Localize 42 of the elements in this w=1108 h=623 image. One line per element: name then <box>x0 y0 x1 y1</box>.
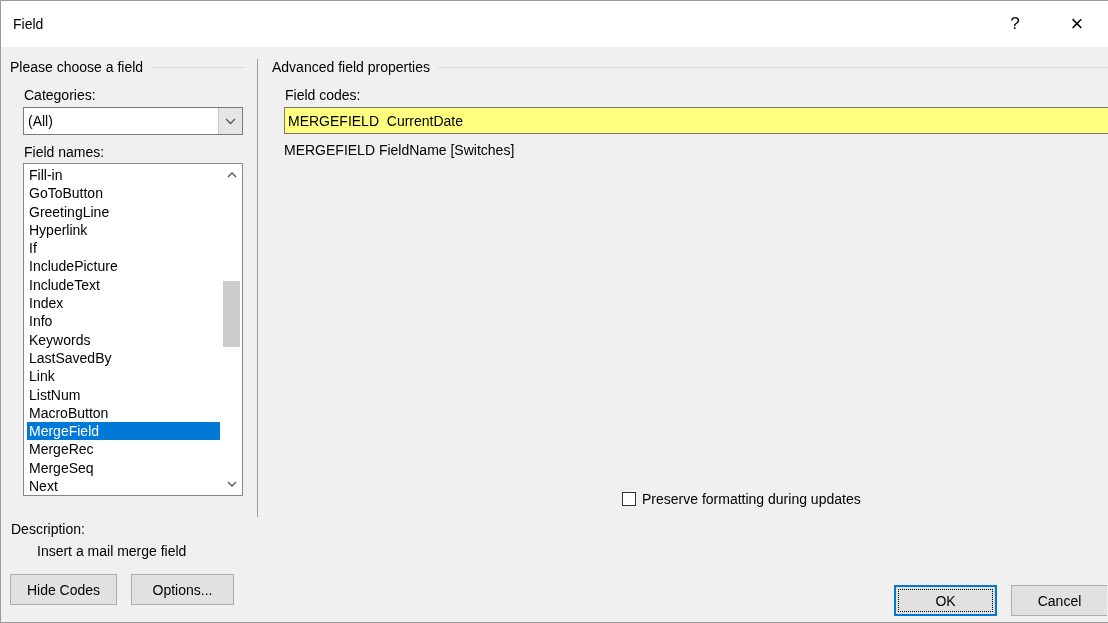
help-button[interactable]: ? <box>984 1 1046 47</box>
field-label: Categories: <box>24 87 96 103</box>
list-item[interactable]: Index <box>27 294 220 313</box>
field-names-list[interactable]: Fill-in GoToButton GreetingLine Hyperlink If IncludePicture IncludeText Index Info Keywords LastSavedBy Link ListNum MacroButton MergeField MergeRec MergeSeq Next <box>23 163 243 496</box>
field-label: Field codes: <box>285 87 361 103</box>
field-label: Field names: <box>24 144 105 160</box>
dialog-button[interactable]: Cancel <box>1011 585 1107 616</box>
list-item[interactable]: GoToButton <box>27 184 220 203</box>
dialog-button[interactable]: Options... <box>131 574 234 605</box>
group-heading: Please choose a field <box>10 59 144 75</box>
scrollbar-thumb[interactable] <box>223 281 240 347</box>
list-item[interactable]: MacroButton <box>27 403 220 423</box>
description-text: Insert a mail merge field <box>37 543 187 559</box>
dialog-button[interactable]: OK <box>894 585 997 616</box>
dialog-button[interactable]: Hide Codes <box>10 574 117 605</box>
list-item[interactable]: Hyperlink <box>27 220 220 240</box>
window-title: Field <box>13 16 45 32</box>
list-item[interactable]: Info <box>27 312 220 331</box>
field-codes-input[interactable]: MERGEFIELD CurrentDate <box>284 107 1108 134</box>
scroll-up-icon[interactable] <box>226 172 237 178</box>
list-item[interactable]: Next <box>27 477 220 495</box>
scroll-down-icon[interactable] <box>226 481 237 487</box>
list-item[interactable]: MergeField <box>27 422 220 441</box>
list-item[interactable]: Fill-in <box>27 166 220 185</box>
list-item[interactable]: Link <box>27 367 220 386</box>
list-item[interactable]: IncludeText <box>27 275 220 295</box>
group-heading: Advanced field properties <box>272 59 430 75</box>
list-item[interactable]: Keywords <box>27 330 220 349</box>
list-item[interactable]: LastSavedBy <box>27 348 220 368</box>
close-button[interactable]: × <box>1046 1 1108 47</box>
chevron-down-icon <box>225 117 236 125</box>
syntax-hint: MERGEFIELD FieldName [Switches] <box>284 142 515 158</box>
list-item[interactable]: GreetingLine <box>27 202 220 221</box>
categories-dropdown[interactable]: (All) <box>23 107 243 135</box>
list-item[interactable]: MergeRec <box>27 440 220 459</box>
description-label: Description: <box>11 521 85 537</box>
list-item[interactable]: ListNum <box>27 385 220 404</box>
checkbox-label[interactable]: Preserve formatting during updates <box>642 491 861 507</box>
list-item[interactable]: MergeSeq <box>27 458 220 478</box>
list-item[interactable]: If <box>27 239 220 258</box>
checkbox[interactable] <box>622 492 636 506</box>
list-item[interactable]: IncludePicture <box>27 257 220 276</box>
